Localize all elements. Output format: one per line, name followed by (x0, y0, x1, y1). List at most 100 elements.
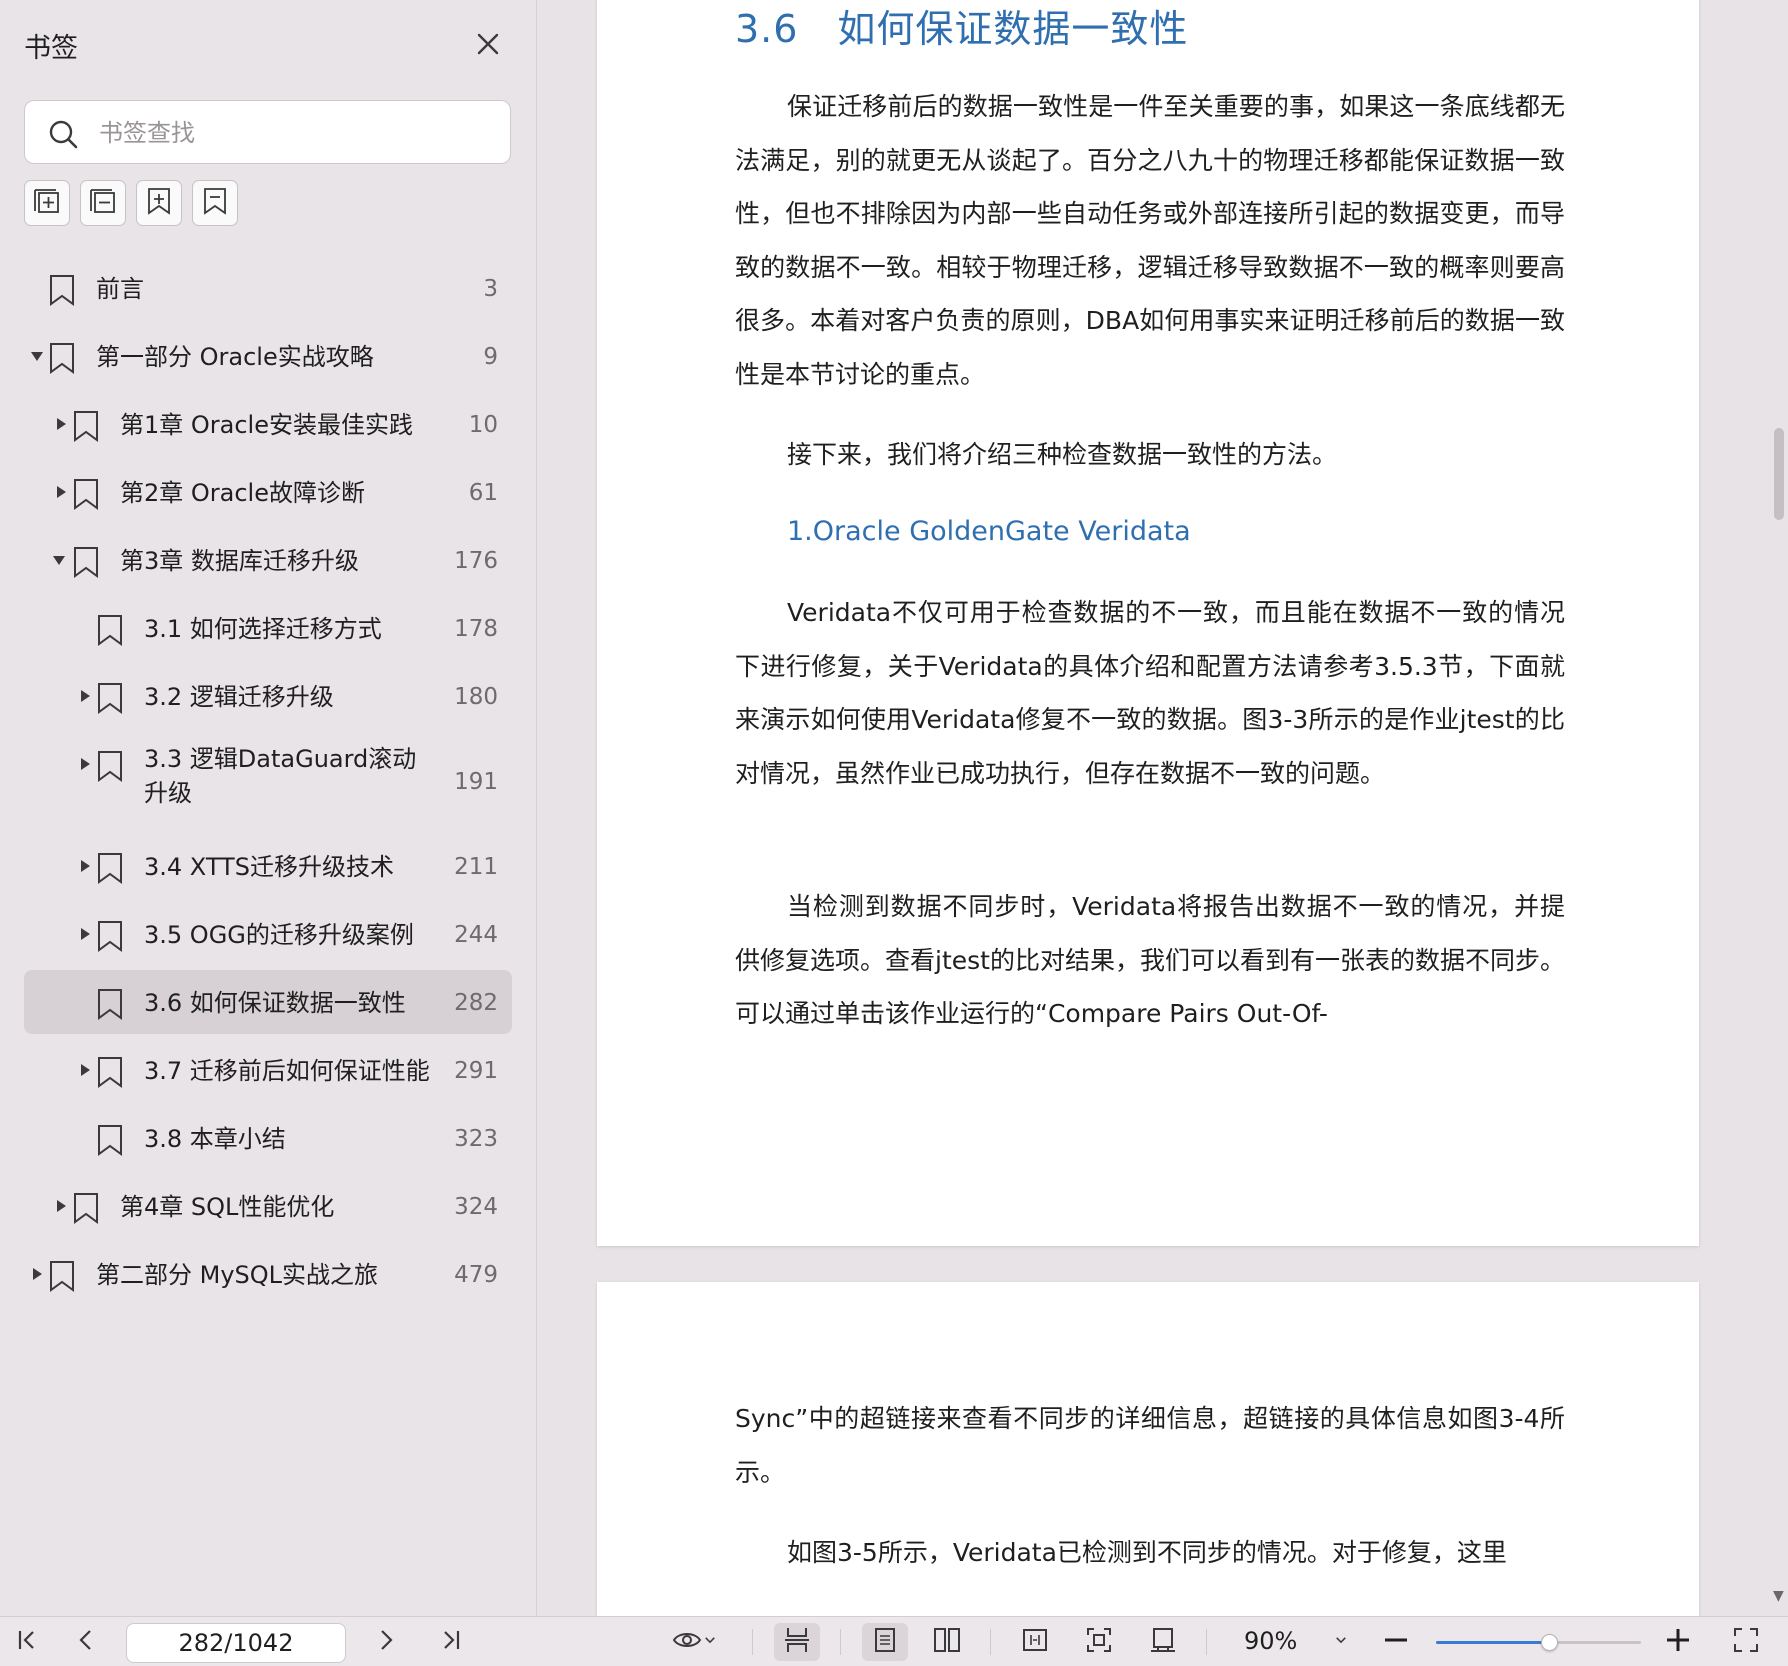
add-bookmark-button[interactable] (136, 180, 182, 226)
bookmark-label: 3.7 迁移前后如何保证性能 (144, 1057, 430, 1085)
bookmark-item-ch4[interactable]: 第4章 SQL性能优化 324 (24, 1174, 512, 1238)
bookmark-label: 3.6 如何保证数据一致性 (144, 989, 406, 1017)
collapsed-triangle-icon[interactable] (78, 1060, 92, 1080)
bookmark-label: 第二部分 MySQL实战之旅 (96, 1261, 379, 1289)
single-page-button[interactable] (862, 1623, 908, 1661)
zoom-out-button[interactable] (1378, 1623, 1414, 1661)
zoom-slider-fill (1436, 1641, 1549, 1644)
expand-all-button[interactable] (24, 180, 70, 226)
bookmark-icon (96, 852, 124, 884)
bookmark-item-3-8[interactable]: 3.8 本章小结 323 (24, 1106, 512, 1170)
bookmark-icon (48, 1260, 76, 1292)
bookmark-item-3-6[interactable]: 3.6 如何保证数据一致性 282 (24, 970, 512, 1034)
zoom-level[interactable]: 90% (1244, 1627, 1297, 1655)
bookmark-item-3-5[interactable]: 3.5 OGG的迁移升级案例 244 (24, 902, 512, 966)
paragraph: Sync”中的超链接来查看不同步的详细信息，超链接的具体信息如图3-4所示。 (735, 1404, 1565, 1487)
bookmark-search-input[interactable] (99, 115, 489, 151)
bookmark-button[interactable] (192, 180, 238, 226)
chevron-left-icon (71, 1625, 101, 1659)
last-page-icon (435, 1625, 465, 1659)
toolbar-separator (990, 1629, 991, 1655)
page-number-input[interactable] (126, 1623, 346, 1663)
chevron-down-icon (702, 1632, 718, 1652)
next-page-button[interactable] (366, 1623, 406, 1661)
section-heading: 3.6 如何保证数据一致性 (735, 7, 1189, 51)
view-mode-dropdown[interactable] (664, 1623, 726, 1661)
search-icon (47, 118, 79, 150)
vertical-scrollbar[interactable]: ▼ (1770, 0, 1788, 1616)
first-page-icon (13, 1625, 43, 1659)
bookmark-item-part1[interactable]: 第一部分 Oracle实战攻略 9 (24, 324, 512, 388)
bookmark-icon (96, 988, 124, 1020)
bookmark-sidebar: 书签 前言 3 第 (0, 0, 537, 1616)
fullscreen-button[interactable] (1726, 1623, 1766, 1661)
bookmark-label: 3.3 逻辑DataGuard滚动升级 (144, 745, 417, 807)
bookmark-page: 324 (454, 1194, 498, 1220)
fullscreen-icon (1731, 1625, 1761, 1659)
bookmark-icon (96, 1056, 124, 1088)
bookmark-label: 3.2 逻辑迁移升级 (144, 683, 334, 711)
bookmark-item-ch3[interactable]: 第3章 数据库迁移升级 176 (24, 528, 512, 592)
bookmark-item-3-2[interactable]: 3.2 逻辑迁移升级 180 (24, 664, 512, 728)
collapsed-triangle-icon[interactable] (30, 1264, 44, 1284)
bookmark-page: 176 (454, 548, 498, 574)
bookmark-item-3-3[interactable]: 3.3 逻辑DataGuard滚动升级 191 (24, 732, 512, 834)
collapse-all-button[interactable] (80, 180, 126, 226)
zoom-in-button[interactable] (1660, 1623, 1696, 1661)
collapsed-triangle-icon[interactable] (78, 686, 92, 706)
collapsed-triangle-icon[interactable] (78, 856, 92, 876)
bookmark-page: 180 (454, 684, 498, 710)
bookmark-item-3-7[interactable]: 3.7 迁移前后如何保证性能 291 (24, 1038, 512, 1102)
continuous-scroll-button[interactable] (774, 1623, 820, 1661)
scroll-down-icon[interactable]: ▼ (1773, 1588, 1784, 1604)
toolbar-separator (1206, 1629, 1207, 1655)
paragraph: 接下来，我们将介绍三种检查数据一致性的方法。 (787, 440, 1338, 469)
bookmark-label: 第1章 Oracle安装最佳实践 (120, 411, 413, 439)
collapsed-triangle-icon[interactable] (54, 414, 68, 434)
fit-width-button[interactable] (1012, 1623, 1058, 1661)
bookmark-label: 3.4 XTTS迁移升级技术 (144, 853, 394, 881)
scrollbar-thumb[interactable] (1774, 428, 1784, 520)
actual-size-button[interactable] (1140, 1623, 1186, 1661)
last-page-button[interactable] (430, 1623, 470, 1661)
bookmark-label: 第一部分 Oracle实战攻略 (96, 343, 374, 371)
paragraph: 如图3-5所示，Veridata已检测到不同步的情况。对于修复，这里 (787, 1538, 1507, 1567)
bookmark-icon (96, 614, 124, 646)
expanded-triangle-icon[interactable] (52, 550, 66, 570)
single-page-icon (870, 1625, 900, 1659)
document-viewport[interactable]: 3.6 如何保证数据一致性 保证迁移前后的数据一致性是一件至关重要的事，如果这一… (538, 0, 1770, 1616)
bookmark-item-3-4[interactable]: 3.4 XTTS迁移升级技术 211 (24, 834, 512, 898)
expanded-triangle-icon[interactable] (30, 346, 44, 366)
bookmark-item-preface[interactable]: 前言 3 (24, 256, 512, 320)
chevron-down-icon (1333, 1632, 1349, 1652)
collapsed-triangle-icon[interactable] (54, 482, 68, 502)
bookmark-label: 3.8 本章小结 (144, 1125, 286, 1153)
bookmark-search-box[interactable] (24, 100, 511, 164)
zoom-slider[interactable] (1436, 1634, 1641, 1651)
fit-page-button[interactable] (1076, 1623, 1122, 1661)
plus-icon (1663, 1625, 1693, 1659)
bookmark-icon (96, 682, 124, 714)
collapsed-triangle-icon[interactable] (78, 924, 92, 944)
collapsed-triangle-icon[interactable] (78, 754, 92, 774)
subsection-heading: 1.Oracle GoldenGate Veridata (787, 516, 1191, 547)
bookmark-item-ch2[interactable]: 第2章 Oracle故障诊断 61 (24, 460, 512, 524)
first-page-button[interactable] (8, 1623, 48, 1661)
chevron-right-icon (371, 1625, 401, 1659)
bookmark-item-3-1[interactable]: 3.1 如何选择迁移方式 178 (24, 596, 512, 660)
expand-all-icon (31, 185, 63, 221)
paragraph: 当检测到数据不同步时，Veridata将报告出数据不一致的情况，并提供修复选项。… (735, 892, 1565, 1028)
close-icon[interactable] (470, 26, 506, 62)
zoom-dropdown-button[interactable] (1326, 1623, 1356, 1661)
two-page-button[interactable] (924, 1623, 970, 1661)
continuous-scroll-icon (782, 1625, 812, 1659)
bookmark-item-ch1[interactable]: 第1章 Oracle安装最佳实践 10 (24, 392, 512, 456)
previous-page-button[interactable] (66, 1623, 106, 1661)
bookmark-item-part2[interactable]: 第二部分 MySQL实战之旅 479 (24, 1242, 512, 1306)
bookmark-icon (48, 274, 76, 306)
bookmark-page: 61 (468, 480, 498, 506)
collapsed-triangle-icon[interactable] (54, 1196, 68, 1216)
bookmark-page: 9 (483, 344, 498, 370)
zoom-slider-thumb[interactable] (1540, 1634, 1558, 1651)
bookmark-page: 244 (454, 922, 498, 948)
